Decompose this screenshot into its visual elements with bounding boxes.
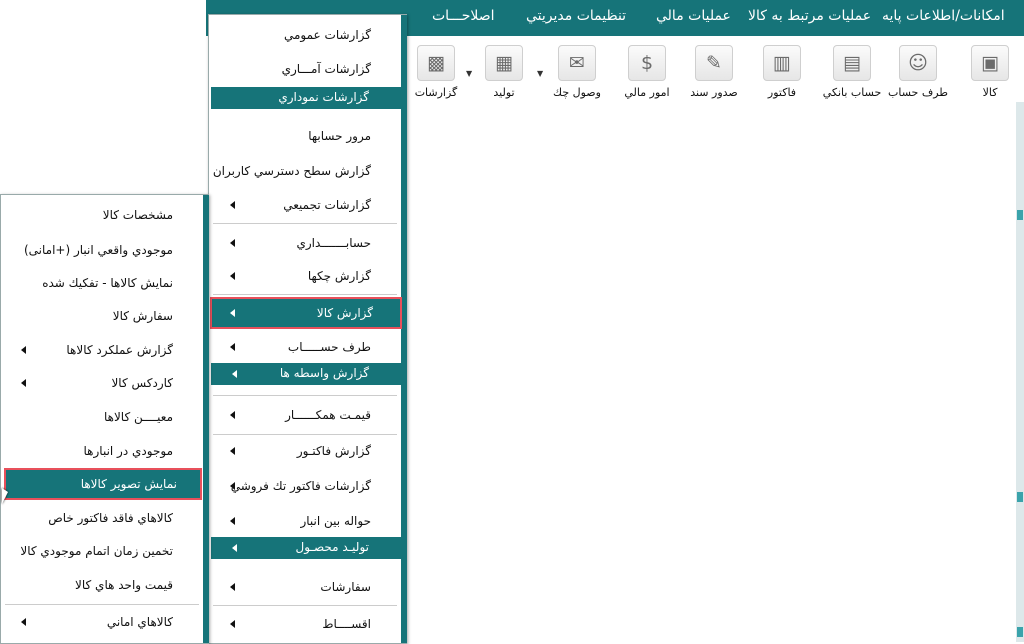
right-scroll-strip[interactable] [1016,102,1024,642]
submenu-arrow-icon [21,346,26,354]
submenu-arrow-icon [230,239,235,247]
submenu-arrow-icon [230,343,235,351]
submenu-arrow-icon [230,411,235,419]
menu-item-partner-price[interactable]: قیمـت همکــــــار [209,400,401,430]
scroll-marker [1017,492,1023,502]
toolbar-cheque-receipt-button[interactable]: ✉ وصول چك [547,45,607,99]
group-production: تولیـد محصـول [211,537,403,559]
submenu-item-actual-stock[interactable]: موجودي واقعي انبار (+امانی) [1,235,203,265]
factory-icon: ▦ [485,45,523,81]
toolbar-account-party-button[interactable]: ☺ طرف حساب [888,45,948,99]
menu-item-installments[interactable]: اقســــاط [209,609,401,639]
menu-item-invoice-report[interactable]: گزارش فاکتـور [209,436,401,466]
menu-divider [213,395,397,396]
submenu-arrow-icon [230,447,235,455]
submenu-arrow-icon [232,544,237,552]
submenu-arrow-icon [230,272,235,280]
menu-divider [213,605,397,606]
menu-divider [213,223,397,224]
submenu-item-goods-order[interactable]: سفارش کالا [1,301,203,331]
submenu-arrow-icon [230,201,235,209]
menu-item-account-party[interactable]: طرف حســـــاب [209,332,401,362]
toolbar-cheque-dropdown-icon[interactable]: ▼ [537,69,543,78]
toolbar-goods-button[interactable]: ▣ کالا [960,45,1020,99]
menu-item-orders[interactable]: سفارشات [209,572,401,602]
menu-admin-settings[interactable]: تنظیمات مدیریتي [526,8,626,24]
menu-item-user-access-report[interactable]: گزارش سطح دسترسي کاربران [209,156,401,186]
menu-divider [213,294,397,295]
toolbar-bank-account-button[interactable]: ▤ حساب بانکي [822,45,882,99]
menu-item-single-sale-invoice-reports[interactable]: گزارشات فاکتور تك فروشي [209,471,401,501]
submenu-item-goods-detailed[interactable]: نمایش کالاها - تفکیك شده [1,268,203,298]
finance-icon: $ [628,45,666,81]
card-icon: ▤ [833,45,871,81]
menu-goods-operations[interactable]: عملیات مرتبط به کالا [748,8,871,24]
menu-item-aggregate-reports[interactable]: گزارشات تجمیعي [209,190,401,220]
menu-corrections[interactable]: اصلاحـــات [432,8,495,24]
submenu-item-goods-ledger[interactable]: معیــــن کالاها [1,402,203,432]
goods-report-submenu: مشخصات کالا موجودي واقعي انبار (+امانی) … [0,194,209,644]
submenu-arrow-icon [232,370,237,378]
person-icon: ☺ [899,45,937,81]
scroll-marker [1017,210,1023,220]
menu-item-inter-warehouse-transfer[interactable]: حواله بین انبار [209,506,401,536]
submenu-arrow-icon [230,482,235,490]
menu-item-cheque-reports[interactable]: گزارش چکها [209,261,401,291]
menu-divider [5,604,199,605]
submenu-item-goods-without-invoice[interactable]: کالاهاي فاقد فاکتور خاص [1,503,203,533]
menu-item-goods-report[interactable]: گزارش کالا [210,297,402,329]
toolbar-production-dropdown-icon[interactable]: ▼ [466,69,472,78]
toolbar-issue-document-button[interactable]: ✎ صدور سند [684,45,744,99]
submenu-arrow-icon [21,379,26,387]
submenu-item-goods-performance[interactable]: گزارش عملکرد کالاها [1,335,203,365]
submenu-item-show-goods-images[interactable]: نمایش تصویر کالاها [4,468,202,500]
menu-financial-operations[interactable]: عملیات مالي [656,8,731,24]
menu-item-accounts-review[interactable]: مرور حسابها [209,121,401,151]
submenu-arrow-icon [230,517,235,525]
toolbar-production-button[interactable]: ▦ تولید [474,45,534,99]
submenu-arrow-icon [21,618,26,626]
reports-dropdown-menu: گزارشات عمومي گزارشات آمـــاري گزارشات ن… [208,14,407,644]
report-chart-icon: ▩ [417,45,455,81]
menu-side-strip [203,195,209,643]
menu-item-statistical-reports[interactable]: گزارشات آمـــاري [209,54,401,84]
submenu-arrow-icon [230,583,235,591]
menu-basic-info[interactable]: امکانات/اطلاعات پایه [882,8,1005,24]
group-broker-reports: گزارش واسطه ها [211,363,403,385]
submenu-item-kardex[interactable]: کاردکس کالا [1,368,203,398]
menu-item-accounting[interactable]: حسابـــــــداري [209,228,401,258]
group-chart-reports: گزارشات نموداري [211,87,403,109]
toolbar-finance-button[interactable]: $ امور مالي [617,45,677,99]
toolbar-reports-button[interactable]: ▩ گزارشات [406,45,466,99]
menu-divider [213,434,397,435]
submenu-item-consignment-goods[interactable]: کالاهاي اماني [1,607,203,637]
submenu-item-stock-in-warehouses[interactable]: موجودي در انبارها [1,436,203,466]
document-pen-icon: ✎ [695,45,733,81]
invoice-icon: ▥ [763,45,801,81]
toolbar-invoice-button[interactable]: ▥ فاکتور [752,45,812,99]
submenu-arrow-icon [230,620,235,628]
menu-item-general-reports[interactable]: گزارشات عمومي [209,20,401,50]
scroll-marker [1017,627,1023,637]
mouse-cursor-icon [2,488,8,504]
submenu-item-unit-prices[interactable]: قیمت واحد هاي کالا [1,570,203,600]
submenu-arrow-icon [230,309,235,317]
submenu-item-stock-depletion-estimate[interactable]: تخمین زمان اتمام موجودي کالا [1,536,203,566]
box-icon: ▣ [971,45,1009,81]
envelope-icon: ✉ [558,45,596,81]
submenu-item-goods-specs[interactable]: مشخصات کالا [1,200,203,230]
